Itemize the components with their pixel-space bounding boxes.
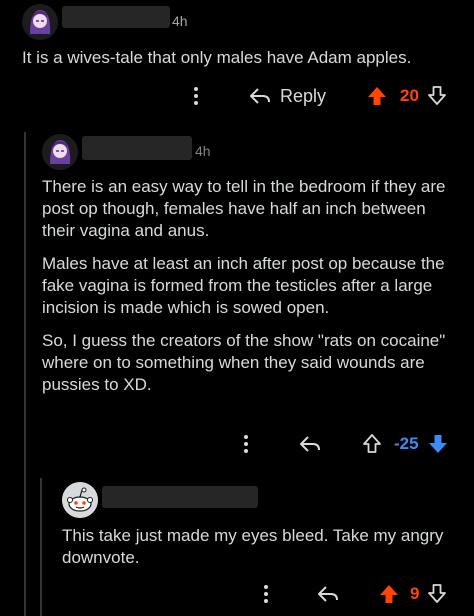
user-avatar[interactable] (22, 4, 58, 40)
comment-body: There is an easy way to tell in the bedr… (42, 176, 452, 407)
comment-timestamp: 4h (172, 13, 188, 29)
comment-paragraph: Males have at least an inch after post o… (42, 254, 445, 317)
reply-label: Reply (280, 85, 327, 106)
more-vertical-icon (244, 435, 248, 453)
downvote-arrow-icon[interactable] (427, 433, 449, 455)
more-options-button[interactable] (186, 84, 206, 108)
comment-paragraph: This take just made my eyes bleed. Take … (62, 526, 444, 567)
downvote-arrow-icon[interactable] (427, 583, 447, 605)
more-options-button[interactable] (236, 432, 256, 456)
upvote-arrow-icon[interactable] (366, 85, 388, 107)
thread-line-level-1[interactable] (24, 132, 26, 616)
anime-avatar-icon (42, 134, 78, 170)
upvote-arrow-icon[interactable] (378, 583, 400, 605)
reply-button[interactable] (298, 432, 322, 456)
reply-arrow-icon (250, 88, 270, 104)
comment-paragraph: It is a wives-tale that only males have … (22, 48, 412, 67)
vote-score: 9 (410, 584, 420, 603)
vote-score: 20 (400, 86, 419, 105)
reply-arrow-icon (318, 586, 338, 602)
comment-body: It is a wives-tale that only males have … (22, 47, 462, 80)
upvote-arrow-icon[interactable] (362, 433, 382, 455)
comment-paragraph: There is an easy way to tell in the bedr… (42, 177, 446, 240)
thread-line-level-2[interactable] (40, 478, 42, 616)
anime-avatar-icon (22, 4, 58, 40)
redacted-username (82, 136, 192, 160)
reply-button[interactable] (316, 582, 340, 606)
vote-controls: 20 (366, 84, 447, 108)
downvote-arrow-icon[interactable] (427, 85, 447, 107)
comment-paragraph: So, I guess the creators of the show "ra… (42, 331, 446, 394)
comment-timestamp: 4h (195, 143, 211, 159)
reply-arrow-icon (300, 436, 320, 452)
more-options-button[interactable] (256, 582, 276, 606)
redacted-username (62, 6, 170, 28)
snoo-avatar-icon (62, 482, 98, 518)
more-vertical-icon (264, 585, 268, 603)
vote-controls: -25 (362, 432, 449, 456)
more-vertical-icon (194, 87, 198, 105)
user-avatar[interactable] (42, 134, 78, 170)
comment-body: This take just made my eyes bleed. Take … (62, 525, 456, 580)
reply-button[interactable]: Reply (248, 84, 326, 108)
redacted-username (102, 486, 258, 508)
vote-score: -25 (394, 434, 419, 453)
user-avatar[interactable] (62, 482, 98, 518)
vote-controls: 9 (378, 582, 447, 606)
